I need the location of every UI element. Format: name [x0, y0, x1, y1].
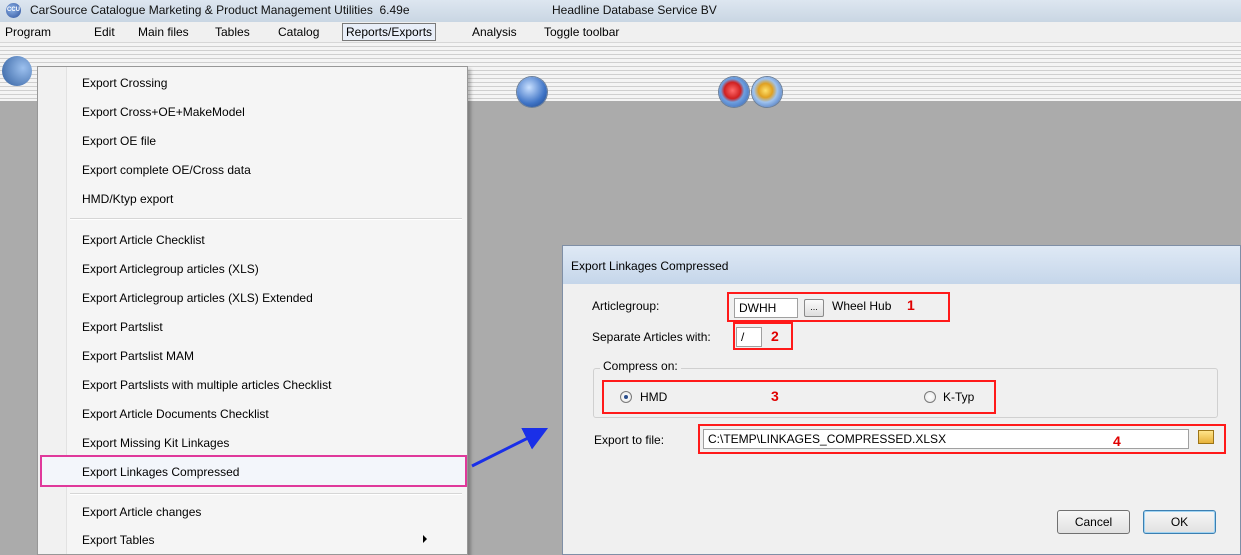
menu-item-hmd-ktyp-export[interactable]: HMD/Ktyp export — [82, 189, 173, 209]
menu-main-files[interactable]: Main files — [135, 24, 192, 40]
app-icon: CCU — [6, 3, 21, 18]
compress-label: Compress on: — [600, 359, 681, 373]
annotation-number-4: 4 — [1113, 433, 1121, 449]
menu-item-export-cross-oe-makemodel[interactable]: Export Cross+OE+MakeModel — [82, 102, 245, 122]
annotation-number-1: 1 — [907, 297, 915, 313]
menu-edit[interactable]: Edit — [91, 24, 118, 40]
radio-ktyp-label: K-Typ — [943, 390, 975, 404]
menu-item-export-complete-oe-cross[interactable]: Export complete OE/Cross data — [82, 160, 251, 180]
export-label: Export to file: — [594, 433, 665, 447]
menu-catalog[interactable]: Catalog — [275, 24, 322, 40]
folder-icon[interactable] — [1198, 430, 1214, 444]
menu-item-export-articlegroup-xls[interactable]: Export Articlegroup articles (XLS) — [82, 259, 259, 279]
menu-item-export-partslists-multiple[interactable]: Export Partslists with multiple articles… — [82, 375, 331, 395]
menu-analysis[interactable]: Analysis — [469, 24, 520, 40]
annotation-box-1 — [727, 292, 950, 322]
radio-ktyp[interactable] — [924, 391, 936, 403]
menu-item-export-article-checklist[interactable]: Export Article Checklist — [82, 230, 205, 250]
articlegroup-label: Articlegroup: — [592, 299, 660, 313]
menu-item-export-partslist-mam[interactable]: Export Partslist MAM — [82, 346, 194, 366]
dialog-title-bar: Export Linkages Compressed — [563, 246, 1240, 284]
window-title: CarSource Catalogue Marketing & Product … — [30, 3, 410, 17]
toolbar-search-icon[interactable] — [752, 77, 782, 107]
toolbar-globe-icon[interactable] — [517, 77, 547, 107]
menu-item-export-oe-file[interactable]: Export OE file — [82, 131, 156, 151]
menu-bar: Program Edit Main files Tables Catalog R… — [0, 22, 1241, 43]
menu-item-export-article-changes[interactable]: Export Article changes — [82, 502, 201, 522]
ok-button[interactable]: OK — [1143, 510, 1216, 534]
menu-tables[interactable]: Tables — [212, 24, 253, 40]
radio-hmd-label: HMD — [640, 390, 668, 404]
menu-item-export-crossing[interactable]: Export Crossing — [82, 73, 167, 93]
menu-item-export-linkages-compressed[interactable]: Export Linkages Compressed — [82, 462, 239, 482]
submenu-arrow-icon — [423, 535, 427, 543]
reports-exports-menu: Export Crossing Export Cross+OE+MakeMode… — [37, 66, 468, 555]
menu-item-export-missing-kit[interactable]: Export Missing Kit Linkages — [82, 433, 229, 453]
title-bar: CCU CarSource Catalogue Marketing & Prod… — [0, 0, 1241, 22]
annotation-box-2 — [733, 322, 793, 350]
menu-item-export-tables[interactable]: Export Tables — [82, 530, 155, 550]
menu-item-export-articlegroup-xls-extended[interactable]: Export Articlegroup articles (XLS) Exten… — [82, 288, 313, 308]
separate-label: Separate Articles with: — [592, 330, 711, 344]
menu-program[interactable]: Program — [2, 24, 54, 40]
menu-item-export-partslist[interactable]: Export Partslist — [82, 317, 163, 337]
menu-reports-exports[interactable]: Reports/Exports — [342, 23, 437, 41]
window-company: Headline Database Service BV — [552, 3, 717, 17]
dialog-title: Export Linkages Compressed — [571, 259, 729, 273]
annotation-box-4 — [698, 424, 1226, 454]
menu-item-export-article-documents[interactable]: Export Article Documents Checklist — [82, 404, 269, 424]
menu-separator — [70, 493, 462, 495]
annotation-number-2: 2 — [771, 328, 779, 344]
cancel-button[interactable]: Cancel — [1057, 510, 1130, 534]
toolbar-partial-icon[interactable] — [2, 56, 32, 86]
toolbar-refresh-icon[interactable] — [719, 77, 749, 107]
menu-separator — [70, 218, 462, 220]
menu-toggle-toolbar[interactable]: Toggle toolbar — [541, 24, 622, 40]
annotation-number-3: 3 — [771, 388, 779, 404]
radio-hmd[interactable] — [620, 391, 632, 403]
